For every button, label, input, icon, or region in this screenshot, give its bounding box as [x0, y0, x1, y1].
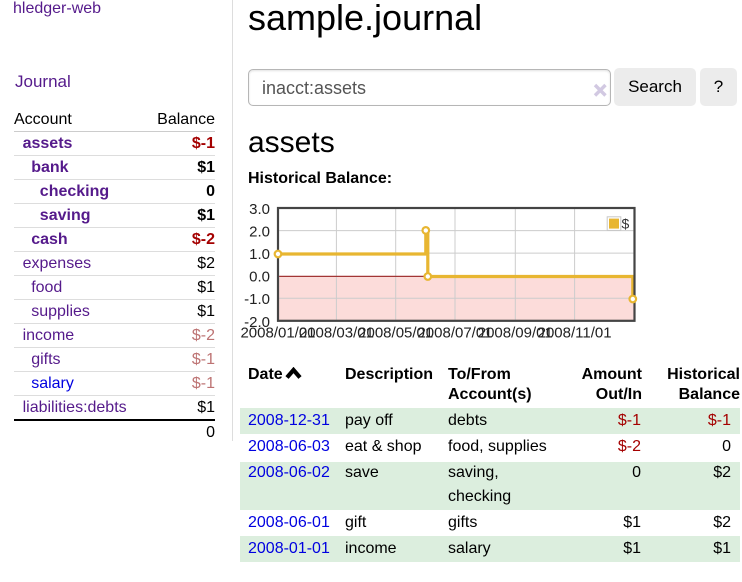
svg-text:1.0: 1.0: [249, 246, 270, 263]
svg-text:0.0: 0.0: [249, 269, 270, 286]
svg-text:2008/11/01: 2008/11/01: [538, 325, 612, 342]
svg-text:-1.0: -1.0: [244, 291, 270, 308]
svg-text:3.0: 3.0: [249, 201, 270, 218]
svg-text:2.0: 2.0: [249, 224, 270, 241]
svg-text:$: $: [622, 216, 630, 232]
